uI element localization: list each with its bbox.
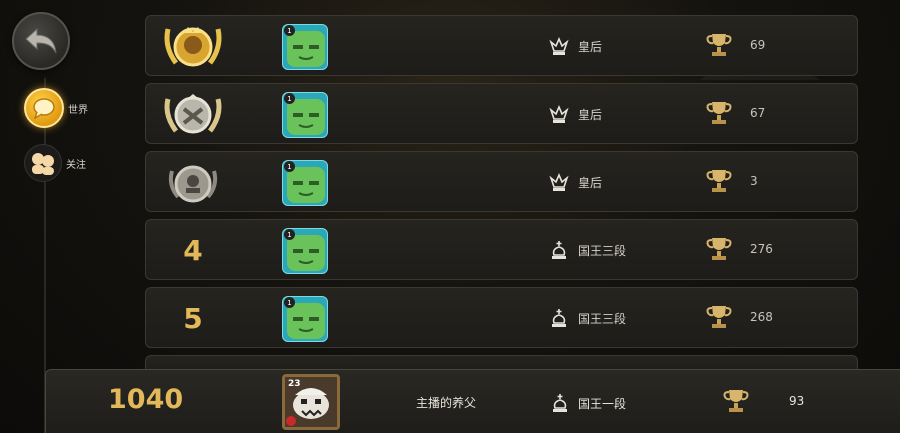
trophy-icon [704, 235, 734, 263]
level-badge: 1 [284, 297, 295, 308]
trophy-icon [721, 387, 751, 415]
leaderboard-row[interactable]: 1 皇后 3 [145, 151, 858, 212]
tier-label: 国王三段 [578, 244, 627, 258]
my-rank-bar[interactable]: 1040 23 主播的养父 国王一段 93 [45, 369, 900, 433]
avatar[interactable]: 1 [282, 92, 328, 138]
leaderboard-row[interactable]: 5 1 国王三段 268 [145, 287, 858, 348]
king-chess-icon [548, 307, 570, 329]
trophy-count: 3 [750, 174, 758, 188]
trophy-count: 67 [750, 106, 766, 120]
avatar[interactable]: 1 [282, 228, 328, 274]
gold-rank-badge-icon [162, 20, 224, 74]
tab-follow[interactable]: 关注 [24, 144, 86, 182]
tier-label: 皇后 [578, 40, 603, 54]
my-tier-label: 国王一段 [578, 397, 627, 411]
leaderboard-row[interactable]: 4 1 国王三段 276 [145, 219, 858, 280]
trophy-icon [704, 167, 734, 195]
tab-world[interactable]: 世界 [24, 88, 88, 128]
avatar[interactable]: 1 [282, 24, 328, 70]
my-player-name: 主播的养父 [416, 396, 477, 410]
level-badge: 1 [284, 161, 295, 172]
trophy-count: 69 [750, 38, 766, 52]
chat-bubble-icon [24, 88, 64, 128]
trophy-count: 268 [750, 310, 773, 324]
rank-number: 4 [183, 233, 203, 267]
tab-follow-label: 关注 [66, 159, 86, 171]
queen-crown-icon [548, 171, 570, 193]
trophy-icon [704, 31, 734, 59]
level-badge: 1 [284, 93, 295, 104]
avatar[interactable]: 1 [282, 296, 328, 342]
tier-label: 国王三段 [578, 312, 627, 326]
king-chess-icon [549, 392, 571, 414]
my-rank-number: 1040 [108, 384, 184, 415]
leaderboard-row[interactable]: 1 皇后 67 [145, 83, 858, 144]
level-badge: 1 [284, 229, 295, 240]
trophy-count: 276 [750, 242, 773, 256]
my-avatar[interactable]: 23 [282, 374, 340, 430]
silver-rank-badge-icon [162, 88, 224, 142]
leaderboard-row[interactable]: 1 皇后 69 [145, 15, 858, 76]
back-button[interactable] [12, 12, 70, 70]
rank-number: 5 [183, 301, 203, 335]
friends-icon [24, 144, 62, 182]
tab-world-label: 世界 [68, 104, 88, 116]
tier-label: 皇后 [578, 108, 603, 122]
my-level-badge: 23 [288, 379, 301, 389]
bronze-rank-badge-icon [162, 156, 224, 210]
trophy-icon [704, 303, 734, 331]
avatar[interactable]: 1 [282, 160, 328, 206]
queen-crown-icon [548, 35, 570, 57]
back-arrow-icon [25, 27, 57, 54]
my-trophy-count: 93 [789, 394, 805, 408]
queen-crown-icon [548, 103, 570, 125]
trophy-icon [704, 99, 734, 127]
king-chess-icon [548, 239, 570, 261]
tier-label: 皇后 [578, 176, 603, 190]
level-badge: 1 [284, 25, 295, 36]
